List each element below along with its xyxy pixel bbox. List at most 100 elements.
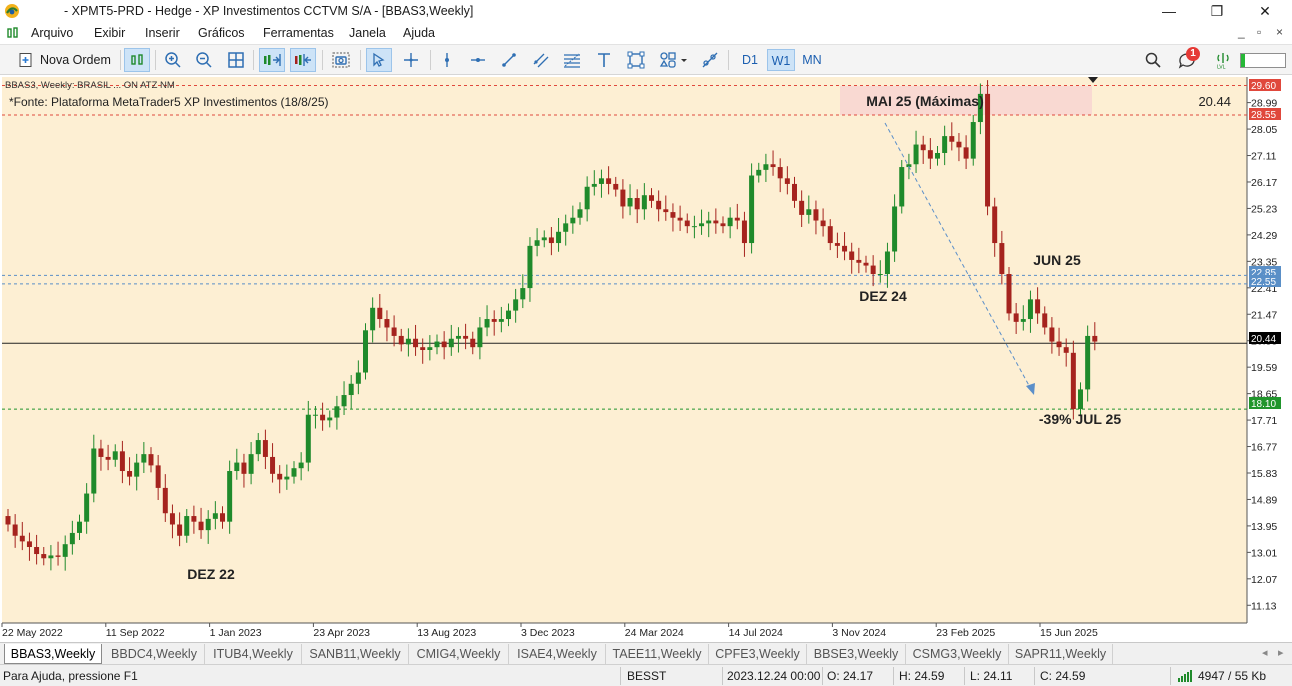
candle-body [1006, 274, 1012, 314]
objects-menu-button[interactable] [656, 48, 692, 72]
tab-isae4[interactable]: ISAE4,Weekly [509, 644, 606, 664]
tab-sapr11[interactable]: SAPR11,Weekly [1009, 644, 1113, 664]
candle-body [384, 319, 390, 328]
zoom-in-button[interactable] [161, 48, 185, 72]
candle-body [1035, 299, 1041, 314]
vertical-line-button[interactable] [436, 48, 458, 72]
top-right-value: 20.44 [1198, 94, 1231, 109]
price-tick-label: 26.17 [1251, 177, 1277, 189]
chart-window[interactable]: BBAS3, Weekly: BRASIL ... ON ATZ NM *Fon… [0, 75, 1292, 642]
fibonacci-button[interactable] [561, 48, 583, 72]
chart-shift-icon [295, 54, 311, 66]
cursor-tool-button[interactable] [366, 48, 392, 72]
candle-body [255, 440, 261, 455]
restore-button[interactable]: ❐ [1194, 0, 1240, 23]
candle-body [348, 383, 354, 396]
tab-taee11[interactable]: TAEE11,Weekly [606, 644, 709, 664]
candle-body [327, 417, 333, 421]
candle-body [985, 93, 991, 207]
shapes-button[interactable] [624, 48, 648, 72]
screenshot-button[interactable] [328, 48, 354, 72]
child-restore-button[interactable]: ▫ [1257, 25, 1261, 39]
search-button[interactable] [1141, 48, 1165, 72]
tab-sanb11[interactable]: SANB11,Weekly [302, 644, 409, 664]
status-datetime: 2023.12.24 00:00 [727, 669, 821, 683]
tab-scroll-right-icon[interactable]: ▸ [1278, 646, 1284, 659]
timeframe-d1[interactable]: D1 [736, 49, 764, 71]
antenna-icon: LVL [1217, 53, 1229, 69]
candle-body [806, 209, 812, 215]
trendline-button[interactable] [498, 48, 520, 72]
tab-scroll-left-icon[interactable]: ◂ [1262, 646, 1268, 659]
date-tick-label: 3 Dec 2023 [521, 627, 575, 639]
candle-body [563, 223, 569, 232]
tab-bbas3[interactable]: BBAS3,Weekly [4, 644, 102, 664]
candle-body [19, 535, 25, 542]
candle-body [506, 310, 511, 320]
candle-body [598, 178, 604, 184]
price-tick-label: 16.77 [1251, 442, 1277, 454]
candle-body [684, 220, 690, 227]
chart-shift-button[interactable] [290, 48, 316, 72]
menu-bar: Arquivo Exibir Inserir Gráficos Ferramen… [0, 23, 1292, 44]
zoom-out-button[interactable] [192, 48, 216, 72]
candle-body [320, 414, 326, 421]
tile-windows-button[interactable] [224, 48, 248, 72]
tab-itub4[interactable]: ITUB4,Weekly [205, 644, 302, 664]
candle-body [477, 327, 483, 348]
tag-1810: 18.10 [1251, 399, 1276, 410]
close-button[interactable]: ✕ [1242, 0, 1288, 23]
tab-bbdc4[interactable]: BBDC4,Weekly [104, 644, 205, 664]
jul25-annotation: -39% JUL 25 [1039, 411, 1121, 427]
candle-body [470, 338, 476, 348]
tab-bbse3[interactable]: BBSE3,Weekly [807, 644, 906, 664]
child-close-button[interactable]: × [1276, 25, 1283, 39]
candle-body [184, 516, 190, 536]
candle-body [892, 206, 898, 252]
menu-ferramentas[interactable]: Ferramentas [263, 26, 334, 40]
tab-cmig4[interactable]: CMIG4,Weekly [409, 644, 509, 664]
crosshair-tool-button[interactable] [399, 48, 423, 72]
timeframe-mn[interactable]: MN [798, 49, 826, 71]
candle-body [5, 516, 11, 525]
new-order-button[interactable]: Nova Ordem [13, 48, 115, 72]
menu-janela[interactable]: Janela [349, 26, 386, 40]
candle-body [627, 198, 633, 207]
menu-arquivo[interactable]: Arquivo [31, 26, 73, 40]
signal-bars-icon [1178, 670, 1192, 682]
tab-cpfe3[interactable]: CPFE3,Weekly [709, 644, 807, 664]
menu-ajuda[interactable]: Ajuda [403, 26, 435, 40]
candle-body [913, 144, 919, 165]
signal-level-button[interactable]: LVL [1212, 48, 1234, 72]
price-chart[interactable]: BBAS3, Weekly: BRASIL ... ON ATZ NM *Fon… [0, 75, 1292, 642]
new-order-icon [19, 53, 32, 67]
text-tool-button[interactable] [593, 48, 615, 72]
menu-inserir[interactable]: Inserir [145, 26, 180, 40]
app-logo-icon [5, 4, 19, 18]
menu-graficos[interactable]: Gráficos [198, 26, 245, 40]
date-tick-label: 23 Feb 2025 [936, 627, 995, 639]
candle-body [935, 152, 940, 159]
price-tick-label: 11.13 [1251, 600, 1277, 612]
price-tick-label: 24.29 [1251, 230, 1277, 242]
candle-body [127, 471, 133, 477]
candle-body [48, 555, 54, 559]
candle-body [706, 220, 712, 224]
menu-exibir[interactable]: Exibir [94, 26, 125, 40]
child-minimize-button[interactable]: _ [1238, 25, 1245, 39]
notifications-button[interactable]: 1 [1172, 47, 1202, 72]
candle-body [999, 243, 1005, 275]
candle-body [1070, 352, 1076, 410]
timeframe-w1[interactable]: W1 [767, 49, 795, 71]
auto-scroll-button[interactable] [259, 48, 285, 72]
candle-body [770, 164, 776, 168]
candle-body [792, 183, 797, 201]
objects-icon [659, 52, 687, 68]
indicators-button[interactable] [698, 48, 722, 72]
candle-body [305, 414, 311, 463]
candlestick-chart-button[interactable] [124, 48, 150, 72]
horizontal-line-button[interactable] [467, 48, 489, 72]
tab-csmg3[interactable]: CSMG3,Weekly [906, 644, 1009, 664]
channel-button[interactable] [530, 48, 552, 72]
minimize-button[interactable]: — [1146, 0, 1192, 23]
